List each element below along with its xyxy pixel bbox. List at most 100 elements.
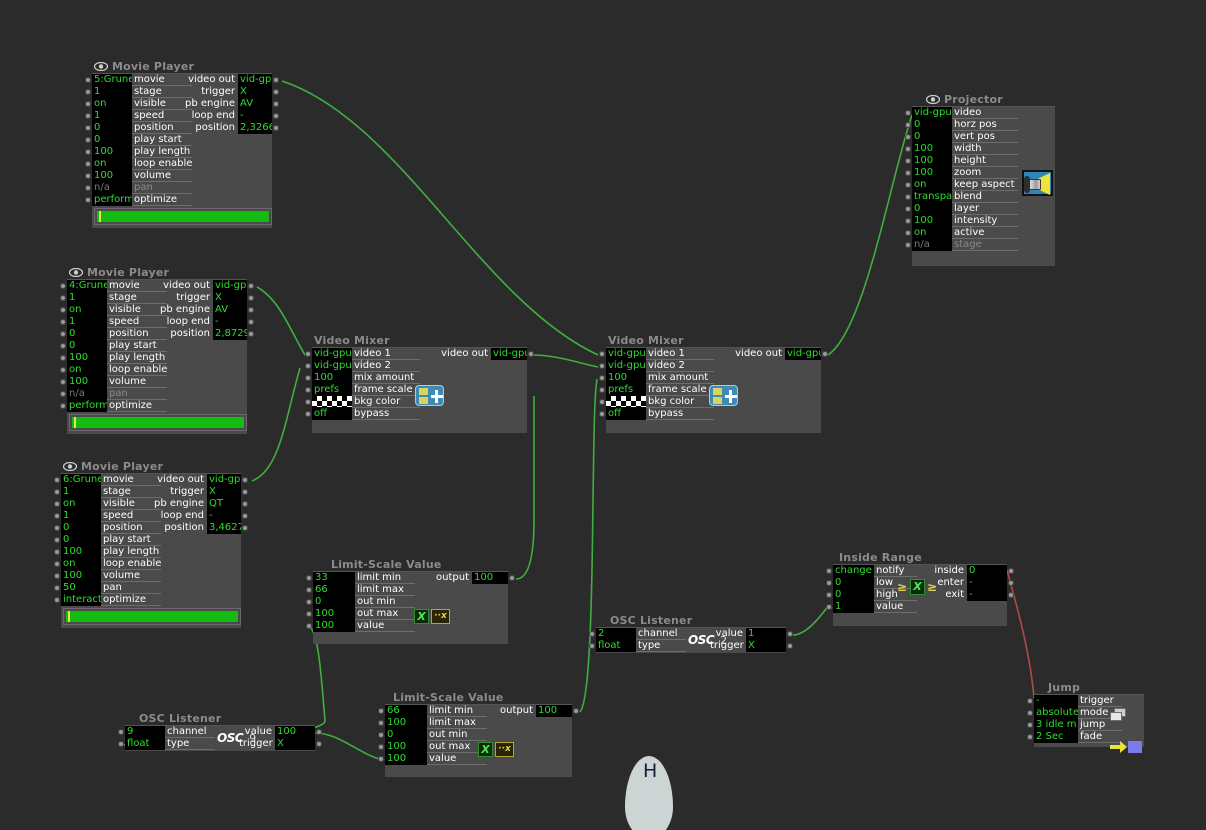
input-port[interactable] — [85, 89, 91, 95]
input-port[interactable] — [599, 363, 605, 369]
node-limit-scale-2[interactable]: Limit-Scale Value 66 limit min 100 limit m… — [378, 691, 579, 777]
row-position[interactable]: 0 position — [85, 122, 192, 134]
input-port[interactable] — [826, 568, 832, 574]
input-port[interactable] — [60, 343, 66, 349]
output-port[interactable] — [248, 307, 254, 313]
row-limit-min[interactable]: 33 limit min — [306, 572, 415, 584]
output-port[interactable] — [273, 125, 279, 131]
output-port[interactable] — [1008, 592, 1014, 598]
row-zoom[interactable]: 100 zoom — [905, 167, 1018, 179]
row-video-out[interactable]: video outvid-gpu — [431, 348, 534, 360]
input-port[interactable] — [905, 182, 911, 188]
row-inside-out[interactable]: inside 0 — [929, 565, 1014, 577]
input-port[interactable] — [118, 729, 124, 735]
row-position-out[interactable]: position 2,3266 — [182, 122, 279, 134]
node-limit-scale-1[interactable]: Limit-Scale Value 33 limit min 66 limit ma… — [306, 558, 515, 644]
row-value[interactable]: 100 value — [306, 620, 415, 632]
input-port[interactable] — [54, 525, 60, 531]
node-movie-player-3[interactable]: Movie Player 6:Grune movie 1 stage on visib… — [54, 460, 248, 628]
input-port[interactable] — [905, 230, 911, 236]
row-video[interactable]: vid-gpu video — [905, 107, 1018, 119]
output-port[interactable] — [248, 295, 254, 301]
row-notify[interactable]: change notify — [826, 565, 917, 577]
color-swatch[interactable] — [606, 396, 646, 407]
row-horz-pos[interactable]: 0 horz pos — [905, 119, 1018, 131]
input-port[interactable] — [305, 399, 311, 405]
input-port[interactable] — [60, 319, 66, 325]
input-port[interactable] — [378, 720, 384, 726]
node-osc-listener-2[interactable]: OSC Listener 9 channel float type value 100… — [118, 712, 322, 751]
row-type[interactable]: float type — [118, 738, 215, 750]
output-port[interactable] — [573, 708, 579, 714]
row-mix-amount[interactable]: 100 mix amount — [305, 372, 420, 384]
row-out-min[interactable]: 0 out min — [378, 729, 487, 741]
output-port[interactable] — [528, 351, 534, 357]
node-projector[interactable]: Projector vid-gpu video 0 horz pos 0 vert p… — [905, 93, 1055, 266]
input-port[interactable] — [60, 367, 66, 373]
row-blend[interactable]: transparblend — [905, 191, 1018, 203]
row-layer[interactable]: 0 layer — [905, 203, 1018, 215]
output-port[interactable] — [242, 513, 248, 519]
row-volume[interactable]: 100 volume — [60, 376, 167, 388]
output-port[interactable] — [242, 477, 248, 483]
input-port[interactable] — [305, 411, 311, 417]
row-pan[interactable]: n/a pan — [60, 388, 167, 400]
row-enter-out[interactable]: enter - — [929, 577, 1014, 589]
output-port[interactable] — [248, 319, 254, 325]
row-bkg-color[interactable]: bkg color — [599, 396, 714, 408]
row-trigger-out[interactable]: trigger X — [157, 292, 254, 304]
node-video-mixer-2[interactable]: Video Mixer vid-gpu video 1 vid-gpu video … — [599, 334, 828, 433]
row-mix-amount[interactable]: 100 mix amount — [599, 372, 714, 384]
row-exit-out[interactable]: exit - — [929, 589, 1014, 601]
input-port[interactable] — [599, 411, 605, 417]
input-port[interactable] — [85, 197, 91, 203]
row-movie[interactable]: 5:Grune movie — [85, 74, 192, 86]
input-port[interactable] — [305, 387, 311, 393]
row-trigger-out[interactable]: trigger X — [182, 86, 279, 98]
input-port[interactable] — [60, 331, 66, 337]
row-play-start[interactable]: 0 play start — [60, 340, 167, 352]
input-port[interactable] — [1027, 698, 1033, 704]
row-pan[interactable]: 50 pan — [54, 582, 161, 594]
input-port[interactable] — [60, 391, 66, 397]
row-bypass[interactable]: off bypass — [305, 408, 420, 420]
output-port[interactable] — [316, 741, 322, 747]
input-port[interactable] — [905, 146, 911, 152]
output-port[interactable] — [273, 77, 279, 83]
input-port[interactable] — [60, 379, 66, 385]
input-port[interactable] — [905, 122, 911, 128]
row-stage[interactable]: 1 stage — [85, 86, 192, 98]
input-port[interactable] — [54, 561, 60, 567]
input-port[interactable] — [85, 185, 91, 191]
row-keep-aspect[interactable]: on keep aspect — [905, 179, 1018, 191]
input-port[interactable] — [60, 403, 66, 409]
input-port[interactable] — [599, 351, 605, 357]
input-port[interactable] — [54, 585, 60, 591]
input-port[interactable] — [85, 137, 91, 143]
input-port[interactable] — [54, 573, 60, 579]
row-movie[interactable]: 4:Grune movie — [60, 280, 167, 292]
row-video-out[interactable]: video outvid-gpu — [725, 348, 828, 360]
playback-progress-bar[interactable] — [94, 208, 272, 225]
output-port[interactable] — [242, 489, 248, 495]
row-width[interactable]: 100 width — [905, 143, 1018, 155]
input-port[interactable] — [60, 307, 66, 313]
row-speed[interactable]: 1 speed — [54, 510, 161, 522]
input-port[interactable] — [54, 597, 60, 603]
row-value[interactable]: 1 value — [826, 601, 917, 613]
output-port[interactable] — [248, 331, 254, 337]
output-port[interactable] — [787, 631, 793, 637]
output-port[interactable] — [1008, 568, 1014, 574]
output-port[interactable] — [242, 525, 248, 531]
row-play-length[interactable]: 100 play length — [54, 546, 161, 558]
input-port[interactable] — [54, 537, 60, 543]
input-port[interactable] — [905, 110, 911, 116]
input-port[interactable] — [378, 708, 384, 714]
row-visible[interactable]: on visible — [85, 98, 192, 110]
row-out-max[interactable]: 100 out max — [306, 608, 415, 620]
input-port[interactable] — [378, 756, 384, 762]
input-port[interactable] — [378, 732, 384, 738]
output-port[interactable] — [273, 113, 279, 119]
output-port[interactable] — [248, 283, 254, 289]
row-jump[interactable]: 3 idle m jump — [1027, 719, 1122, 731]
